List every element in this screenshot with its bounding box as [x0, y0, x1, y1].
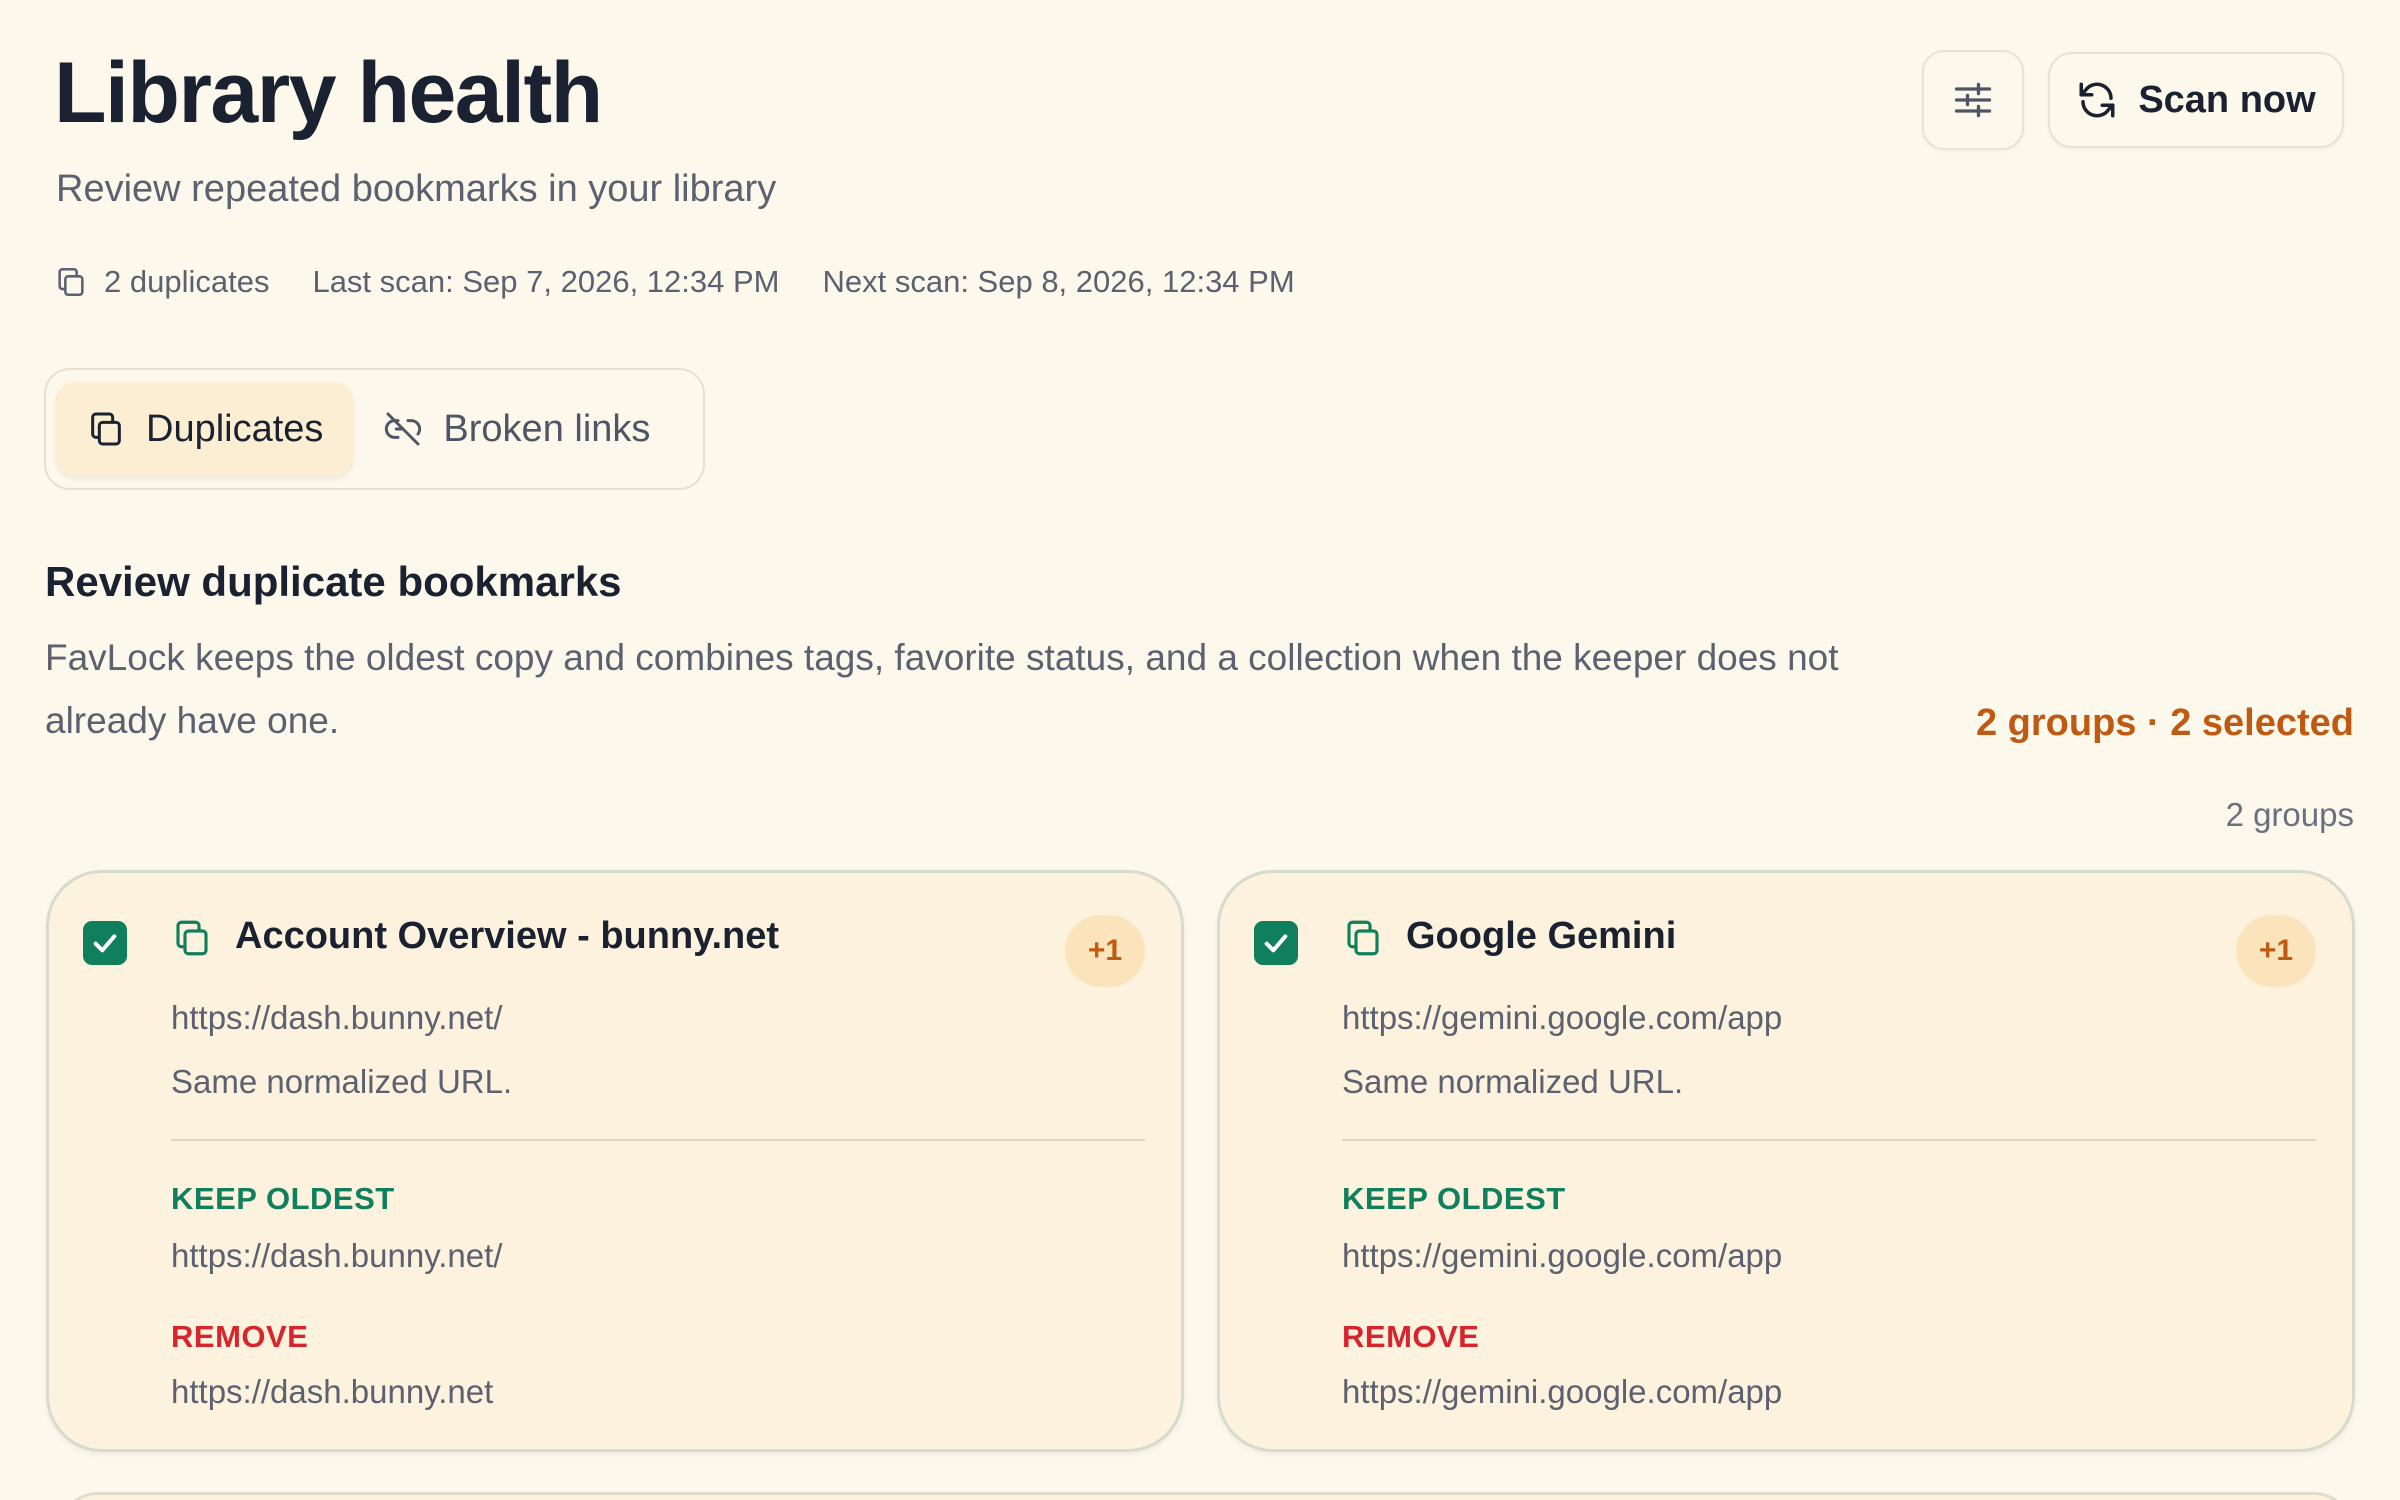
group-reason: Same normalized URL.	[171, 1063, 513, 1100]
card-divider	[1342, 1139, 2316, 1141]
group-title: Google Gemini	[1406, 915, 1677, 957]
scan-now-button[interactable]: Scan now	[2048, 52, 2344, 148]
group-select-checkbox[interactable]	[83, 921, 127, 965]
selection-summary: 2 groups · 2 selected	[1975, 702, 2354, 744]
duplicate-group-card: Account Overview - bunny.net +1 https://…	[46, 870, 1184, 1452]
remove-url: https://gemini.google.com/app	[1342, 1373, 1783, 1410]
keep-label: KEEP OLDEST	[1342, 1181, 1566, 1216]
remove-label: REMOVE	[171, 1319, 309, 1354]
broken-link-icon	[385, 412, 422, 446]
refresh-icon	[2079, 82, 2115, 118]
copy-icon	[54, 265, 88, 299]
checkmark-icon	[1264, 934, 1288, 953]
next-card-edge	[58, 1492, 2354, 1500]
sliders-icon	[1954, 82, 1992, 118]
duplicate-count-badge: +1	[1065, 915, 1145, 987]
scan-meta: 2 duplicates Last scan: Sep 7, 2026, 12:…	[54, 262, 1338, 302]
tab-broken-links[interactable]: Broken links	[353, 382, 680, 476]
group-reason: Same normalized URL.	[1342, 1063, 1684, 1100]
group-select-checkbox[interactable]	[1254, 921, 1298, 965]
group-title: Account Overview - bunny.net	[235, 915, 780, 957]
group-url: https://dash.bunny.net/	[171, 999, 503, 1036]
tab-broken-links-label: Broken links	[443, 407, 651, 450]
page-title: Library health	[54, 45, 603, 141]
tab-duplicates[interactable]: Duplicates	[56, 382, 354, 476]
section-description: FavLock keeps the oldest copy and combin…	[45, 626, 1895, 752]
remove-label: REMOVE	[1342, 1319, 1480, 1354]
duplicate-count-badge: +1	[2236, 915, 2316, 987]
keep-url: https://dash.bunny.net/	[171, 1237, 503, 1274]
section-title: Review duplicate bookmarks	[45, 558, 622, 605]
group-count: 2 groups	[2225, 796, 2354, 833]
library-health-page: Library health Review repeated bookmarks…	[0, 0, 2400, 1500]
remove-url: https://dash.bunny.net	[171, 1373, 494, 1410]
checkmark-icon	[93, 934, 117, 953]
keep-url: https://gemini.google.com/app	[1342, 1237, 1783, 1274]
next-scan: Next scan: Sep 8, 2026, 12:34 PM	[822, 264, 1295, 299]
copy-icon	[171, 917, 213, 959]
card-divider	[171, 1139, 1145, 1141]
section-description-text: FavLock keeps the oldest copy and combin…	[45, 637, 1839, 741]
keep-label: KEEP OLDEST	[171, 1181, 395, 1216]
copy-icon	[1342, 917, 1384, 959]
last-scan: Last scan: Sep 7, 2026, 12:34 PM	[312, 264, 780, 299]
scan-now-label: Scan now	[2138, 78, 2316, 121]
group-url: https://gemini.google.com/app	[1342, 999, 1783, 1036]
health-tabs: Duplicates Broken links	[44, 368, 705, 490]
duplicates-count: 2 duplicates	[104, 264, 270, 299]
duplicate-group-card: Google Gemini +1 https://gemini.google.c…	[1217, 870, 2355, 1452]
page-subtitle: Review repeated bookmarks in your librar…	[56, 168, 777, 210]
tab-duplicates-label: Duplicates	[146, 407, 324, 450]
filter-button[interactable]	[1922, 50, 2024, 150]
copy-icon	[91, 412, 121, 446]
